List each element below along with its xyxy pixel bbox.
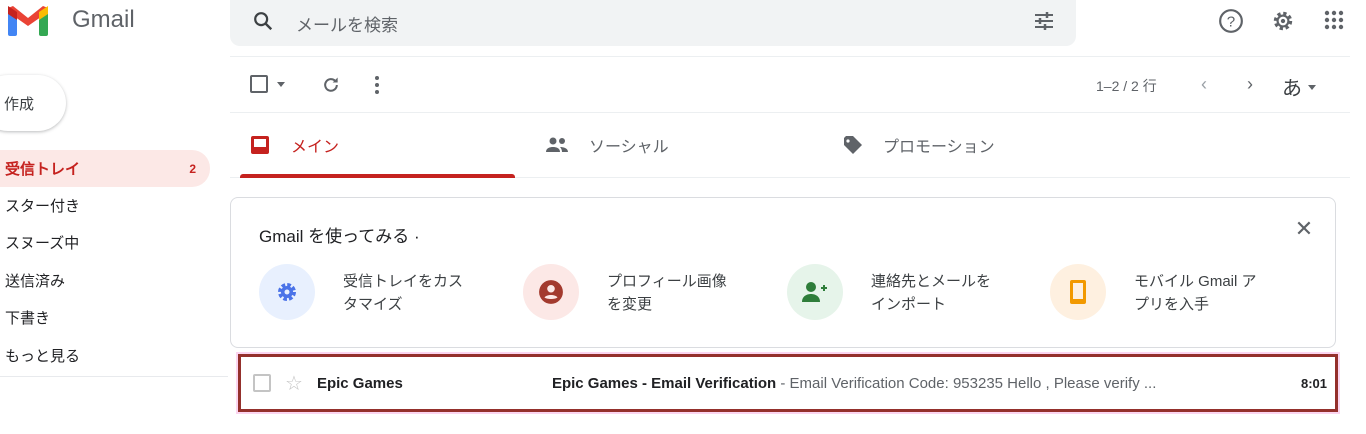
sidebar-divider: [0, 376, 228, 377]
compose-button[interactable]: 作成: [0, 75, 66, 131]
feature-get-mobile-app[interactable]: モバイル Gmail アプリを入手: [1050, 264, 1274, 320]
tab-primary[interactable]: メイン: [250, 112, 339, 178]
account-icon: [523, 264, 579, 320]
feature-label: モバイル Gmail ア: [1134, 273, 1257, 290]
settings-gear-icon[interactable]: [1268, 6, 1298, 36]
gmail-m-icon: [8, 6, 48, 36]
header-divider: [230, 56, 1350, 57]
caret-down-icon[interactable]: [277, 82, 285, 91]
feature-label: 連絡先とメールを: [871, 273, 992, 290]
email-snippet: - Email Verification Code: 953235 Hello …: [776, 374, 1157, 392]
nav-label: もっと見る: [5, 348, 81, 365]
people-icon: [546, 137, 568, 152]
gear-icon: [259, 264, 315, 320]
checkbox-icon: [250, 75, 268, 93]
sidebar-item-starred[interactable]: スター付き: [0, 187, 210, 224]
phone-icon: [1050, 264, 1106, 320]
feature-label: プリを入手: [1134, 296, 1210, 313]
star-icon[interactable]: ☆: [285, 371, 303, 396]
search-bar[interactable]: メールを検索: [230, 0, 1076, 46]
feature-label: プロフィール画像: [607, 273, 727, 290]
nav-label: 下書き: [5, 310, 51, 327]
help-icon[interactable]: ?: [1216, 6, 1246, 36]
toolbar-divider: [230, 112, 1350, 113]
active-tab-indicator: [240, 174, 515, 178]
sidebar-item-drafts[interactable]: 下書き: [0, 299, 210, 336]
compose-label: 作成: [4, 95, 35, 113]
email-row[interactable]: ☆ Epic Games Epic Games - Email Verifica…: [238, 354, 1338, 412]
inbox-icon: [251, 136, 269, 154]
feature-label: 受信トレイをカス: [343, 273, 464, 290]
pagination-text: 1–2 / 2 行: [1096, 78, 1157, 94]
sidebar-item-snoozed[interactable]: スヌーズ中: [0, 224, 210, 261]
feature-label: を変更: [607, 296, 653, 313]
sidebar-item-inbox[interactable]: 受信トレイ 2: [0, 150, 210, 187]
feature-change-profile[interactable]: プロフィール画像 を変更: [523, 264, 747, 320]
more-vert-icon[interactable]: [366, 72, 388, 98]
gmail-logo[interactable]: Gmail: [6, 4, 135, 36]
apps-grid-icon[interactable]: [1320, 6, 1348, 34]
nav-label: スヌーズ中: [5, 235, 80, 252]
chevron-left-icon[interactable]: ‹: [1194, 74, 1214, 94]
caret-down-icon: [1308, 84, 1316, 94]
tab-promotions[interactable]: プロモーション: [843, 112, 995, 178]
getting-started-card: Gmail を使ってみる · ✕ 受信トレイをカス タマイズ プロフィール画像 を変…: [230, 197, 1336, 348]
feature-customize-inbox[interactable]: 受信トレイをカス タマイズ: [259, 264, 483, 320]
search-icon[interactable]: [252, 10, 274, 37]
email-time: 8:01: [1300, 375, 1327, 391]
tag-icon: [844, 136, 862, 154]
card-title: Gmail を使ってみる ·: [259, 227, 420, 246]
unread-count: 2: [189, 161, 196, 176]
sidebar-item-sent[interactable]: 送信済み: [0, 262, 210, 299]
tab-label: プロモーション: [883, 139, 995, 156]
svg-text:?: ?: [1227, 13, 1235, 30]
close-icon[interactable]: ✕: [1293, 216, 1315, 241]
app-name: Gmail: [72, 6, 135, 33]
tab-label: メイン: [291, 139, 340, 156]
select-all-checkbox[interactable]: [250, 75, 285, 93]
tab-label: ソーシャル: [589, 139, 669, 156]
row-checkbox[interactable]: [253, 374, 271, 392]
person-add-icon: [787, 264, 843, 320]
refresh-icon[interactable]: [318, 72, 344, 98]
nav-label: スター付き: [5, 198, 81, 215]
chevron-right-icon[interactable]: ›: [1240, 74, 1260, 94]
nav-label: 送信済み: [5, 273, 66, 290]
feature-label: インポート: [871, 296, 947, 313]
input-tool-label: あ: [1282, 78, 1302, 100]
feature-import-contacts[interactable]: 連絡先とメールを インポート: [787, 264, 1011, 320]
email-sender: Epic Games: [316, 374, 403, 392]
feature-label: タマイズ: [343, 296, 403, 313]
sidebar-item-more[interactable]: もっと見る: [0, 337, 210, 374]
input-tools-button[interactable]: あ: [1282, 72, 1316, 101]
nav-label: 受信トレイ: [5, 161, 81, 178]
tab-social[interactable]: ソーシャル: [545, 112, 669, 178]
email-subject: Epic Games - Email Verification: [551, 374, 777, 392]
search-input[interactable]: メールを検索: [296, 11, 398, 36]
search-options-icon[interactable]: [1032, 9, 1056, 38]
